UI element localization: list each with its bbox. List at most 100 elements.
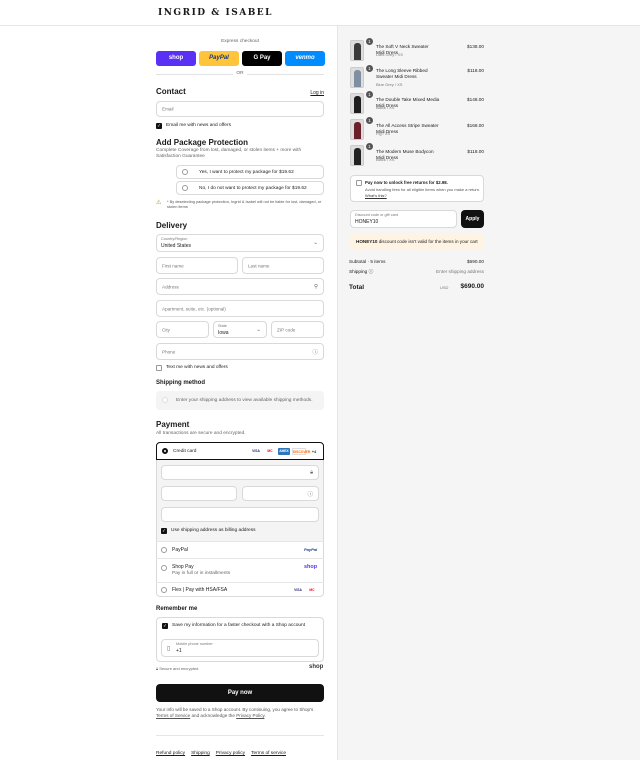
last-name-field[interactable]: Last name xyxy=(242,257,324,274)
address-field[interactable]: Address ⚲ xyxy=(156,278,324,295)
dress-image xyxy=(354,43,361,60)
country-label: Country/Region xyxy=(161,237,188,241)
error-code: HONEY10 xyxy=(356,239,378,244)
first-name-field[interactable]: First name xyxy=(156,257,238,274)
apply-button[interactable]: Apply xyxy=(461,210,484,228)
pay-now-button[interactable]: Pay now xyxy=(156,684,324,702)
shipping-label-text: Shipping xyxy=(349,269,368,274)
discount-code-field[interactable]: Discount code or gift card HONEY10 xyxy=(350,210,457,228)
product-price: $148.00 xyxy=(467,97,484,102)
protection-no-radio[interactable] xyxy=(182,185,188,191)
shop-pay-sub: Pay in full or in installments xyxy=(172,571,231,576)
flex-radio[interactable] xyxy=(161,587,167,593)
protection-yes-label: Yes, I want to protect my package for $1… xyxy=(199,170,294,175)
free-returns-checkbox[interactable] xyxy=(356,180,362,186)
credit-card-option[interactable]: Credit card VISA MC AMEX DISCOVER +4 xyxy=(156,442,324,460)
help-circle-icon[interactable]: ⓘ xyxy=(307,490,313,498)
name-on-card-field[interactable] xyxy=(161,507,319,522)
login-link[interactable]: Log in xyxy=(300,90,324,96)
product-thumbnail xyxy=(350,93,364,114)
shipping-link[interactable]: Shipping xyxy=(191,751,210,756)
phone-placeholder: Phone xyxy=(162,349,176,354)
protection-yes-option[interactable]: Yes, I want to protect my package for $1… xyxy=(176,165,324,179)
privacy-policy-footer-link[interactable]: Privacy policy xyxy=(216,751,245,756)
product-thumbnail xyxy=(350,40,364,61)
delivery-heading: Delivery xyxy=(156,221,188,230)
phone-field[interactable]: Phone ⓘ xyxy=(156,343,324,360)
shop-pay-option[interactable]: Shop Pay Pay in full or in installments … xyxy=(156,558,324,582)
top-header: INGRID & ISABEL xyxy=(0,0,640,26)
product-variant: Black / XS xyxy=(376,105,395,110)
search-icon: ⚲ xyxy=(313,283,318,290)
discover-logo: DISCOVER xyxy=(292,448,311,455)
legal-mid: and acknowledge the xyxy=(190,713,237,718)
flex-hsa-option[interactable]: Flex | Pay with HSA/FSA VISA MC xyxy=(156,582,324,597)
paypal-option[interactable]: PayPal PayPal xyxy=(156,541,324,558)
mobile-phone-icon: ▯ xyxy=(167,646,171,652)
email-news-label: Email me with news and offers xyxy=(166,123,231,128)
flex-label: Flex | Pay with HSA/FSA xyxy=(172,587,228,593)
warning-icon: ⚠ xyxy=(156,200,162,206)
legal-pre: Your info will be saved to a Shop accoun… xyxy=(156,707,314,712)
security-code-field[interactable]: ⓘ xyxy=(242,486,319,501)
paypal-button[interactable]: PayPal xyxy=(199,51,239,66)
dress-image xyxy=(354,70,361,87)
apartment-field[interactable]: Apartment, suite, etc. (optional) xyxy=(156,300,324,317)
address-placeholder: Address xyxy=(162,284,179,289)
shop-pay-logo: shop xyxy=(304,564,318,570)
email-placeholder: Email xyxy=(162,106,174,112)
quantity-badge: 1 xyxy=(366,65,373,72)
payment-description: All transactions are secure and encrypte… xyxy=(156,431,246,436)
terms-of-service-link[interactable]: Terms of Service xyxy=(156,713,190,718)
protection-yes-radio[interactable] xyxy=(182,169,188,175)
refund-policy-link[interactable]: Refund policy xyxy=(156,751,185,756)
quantity-badge: 1 xyxy=(366,38,373,45)
shop-pay-button[interactable]: shop xyxy=(156,51,196,66)
visa-logo: VISA xyxy=(250,448,262,455)
email-news-checkbox[interactable]: ✓ xyxy=(156,123,162,129)
product-thumbnail xyxy=(350,67,364,88)
brand-logo[interactable]: INGRID & ISABEL xyxy=(158,8,273,18)
whats-this-link[interactable]: What's this? xyxy=(365,193,387,198)
shop-pay-radio[interactable] xyxy=(161,565,167,571)
credit-card-radio[interactable] xyxy=(162,448,168,454)
dress-image xyxy=(354,122,361,139)
billing-address-checkbox[interactable]: ✓ xyxy=(161,528,167,534)
country-select[interactable]: Country/Region United States ⌄ xyxy=(156,234,324,252)
chevron-down-icon: ⌄ xyxy=(256,326,261,333)
product-thumbnail xyxy=(350,145,364,166)
google-pay-button[interactable]: G Pay xyxy=(242,51,282,66)
quantity-badge: 1 xyxy=(366,91,373,98)
paypal-radio[interactable] xyxy=(161,547,167,553)
save-info-checkbox[interactable]: ✓ xyxy=(162,623,168,629)
protection-no-label: No, I do not want to protect my package … xyxy=(199,186,307,191)
state-select[interactable]: State Iowa ⌄ xyxy=(213,321,267,338)
payment-heading: Payment xyxy=(156,420,190,429)
expiration-field[interactable] xyxy=(161,486,237,501)
city-field[interactable]: City xyxy=(156,321,209,338)
contact-heading: Contact xyxy=(156,87,186,96)
help-circle-icon[interactable]: ⓘ xyxy=(312,348,318,356)
mobile-phone-field[interactable]: ▯ Mobile phone number +1 xyxy=(161,639,319,657)
state-label: State xyxy=(218,324,227,328)
text-news-checkbox[interactable] xyxy=(156,365,162,371)
card-number-field[interactable]: 🔒︎ xyxy=(161,465,319,480)
product-price: $138.00 xyxy=(467,44,484,49)
email-field[interactable]: Email xyxy=(156,101,324,117)
terms-of-service-footer-link[interactable]: Terms of service xyxy=(251,751,286,756)
venmo-button[interactable]: venmo xyxy=(285,51,325,66)
zip-field[interactable]: ZIP code xyxy=(271,321,324,338)
protection-no-option[interactable]: No, I do not want to protect my package … xyxy=(176,181,324,195)
amex-logo: AMEX xyxy=(278,448,290,455)
help-circle-icon[interactable]: ⓘ xyxy=(369,269,374,274)
product-thumbnail xyxy=(350,119,364,140)
card-logos: VISA MC AMEX DISCOVER +4 xyxy=(250,448,325,456)
privacy-policy-link[interactable]: Privacy Policy xyxy=(236,713,264,718)
shipping-summary-label: Shipping ⓘ xyxy=(349,269,373,275)
last-name-placeholder: Last name xyxy=(248,263,270,268)
remember-heading: Remember me xyxy=(156,606,198,612)
dress-image xyxy=(354,96,361,113)
protection-warning: * By deselecting package protection, Ing… xyxy=(167,199,322,209)
free-returns-desc: Avoid handling fees for all eligible ite… xyxy=(365,187,481,192)
billing-address-label: Use shipping address as billing address xyxy=(171,528,256,533)
